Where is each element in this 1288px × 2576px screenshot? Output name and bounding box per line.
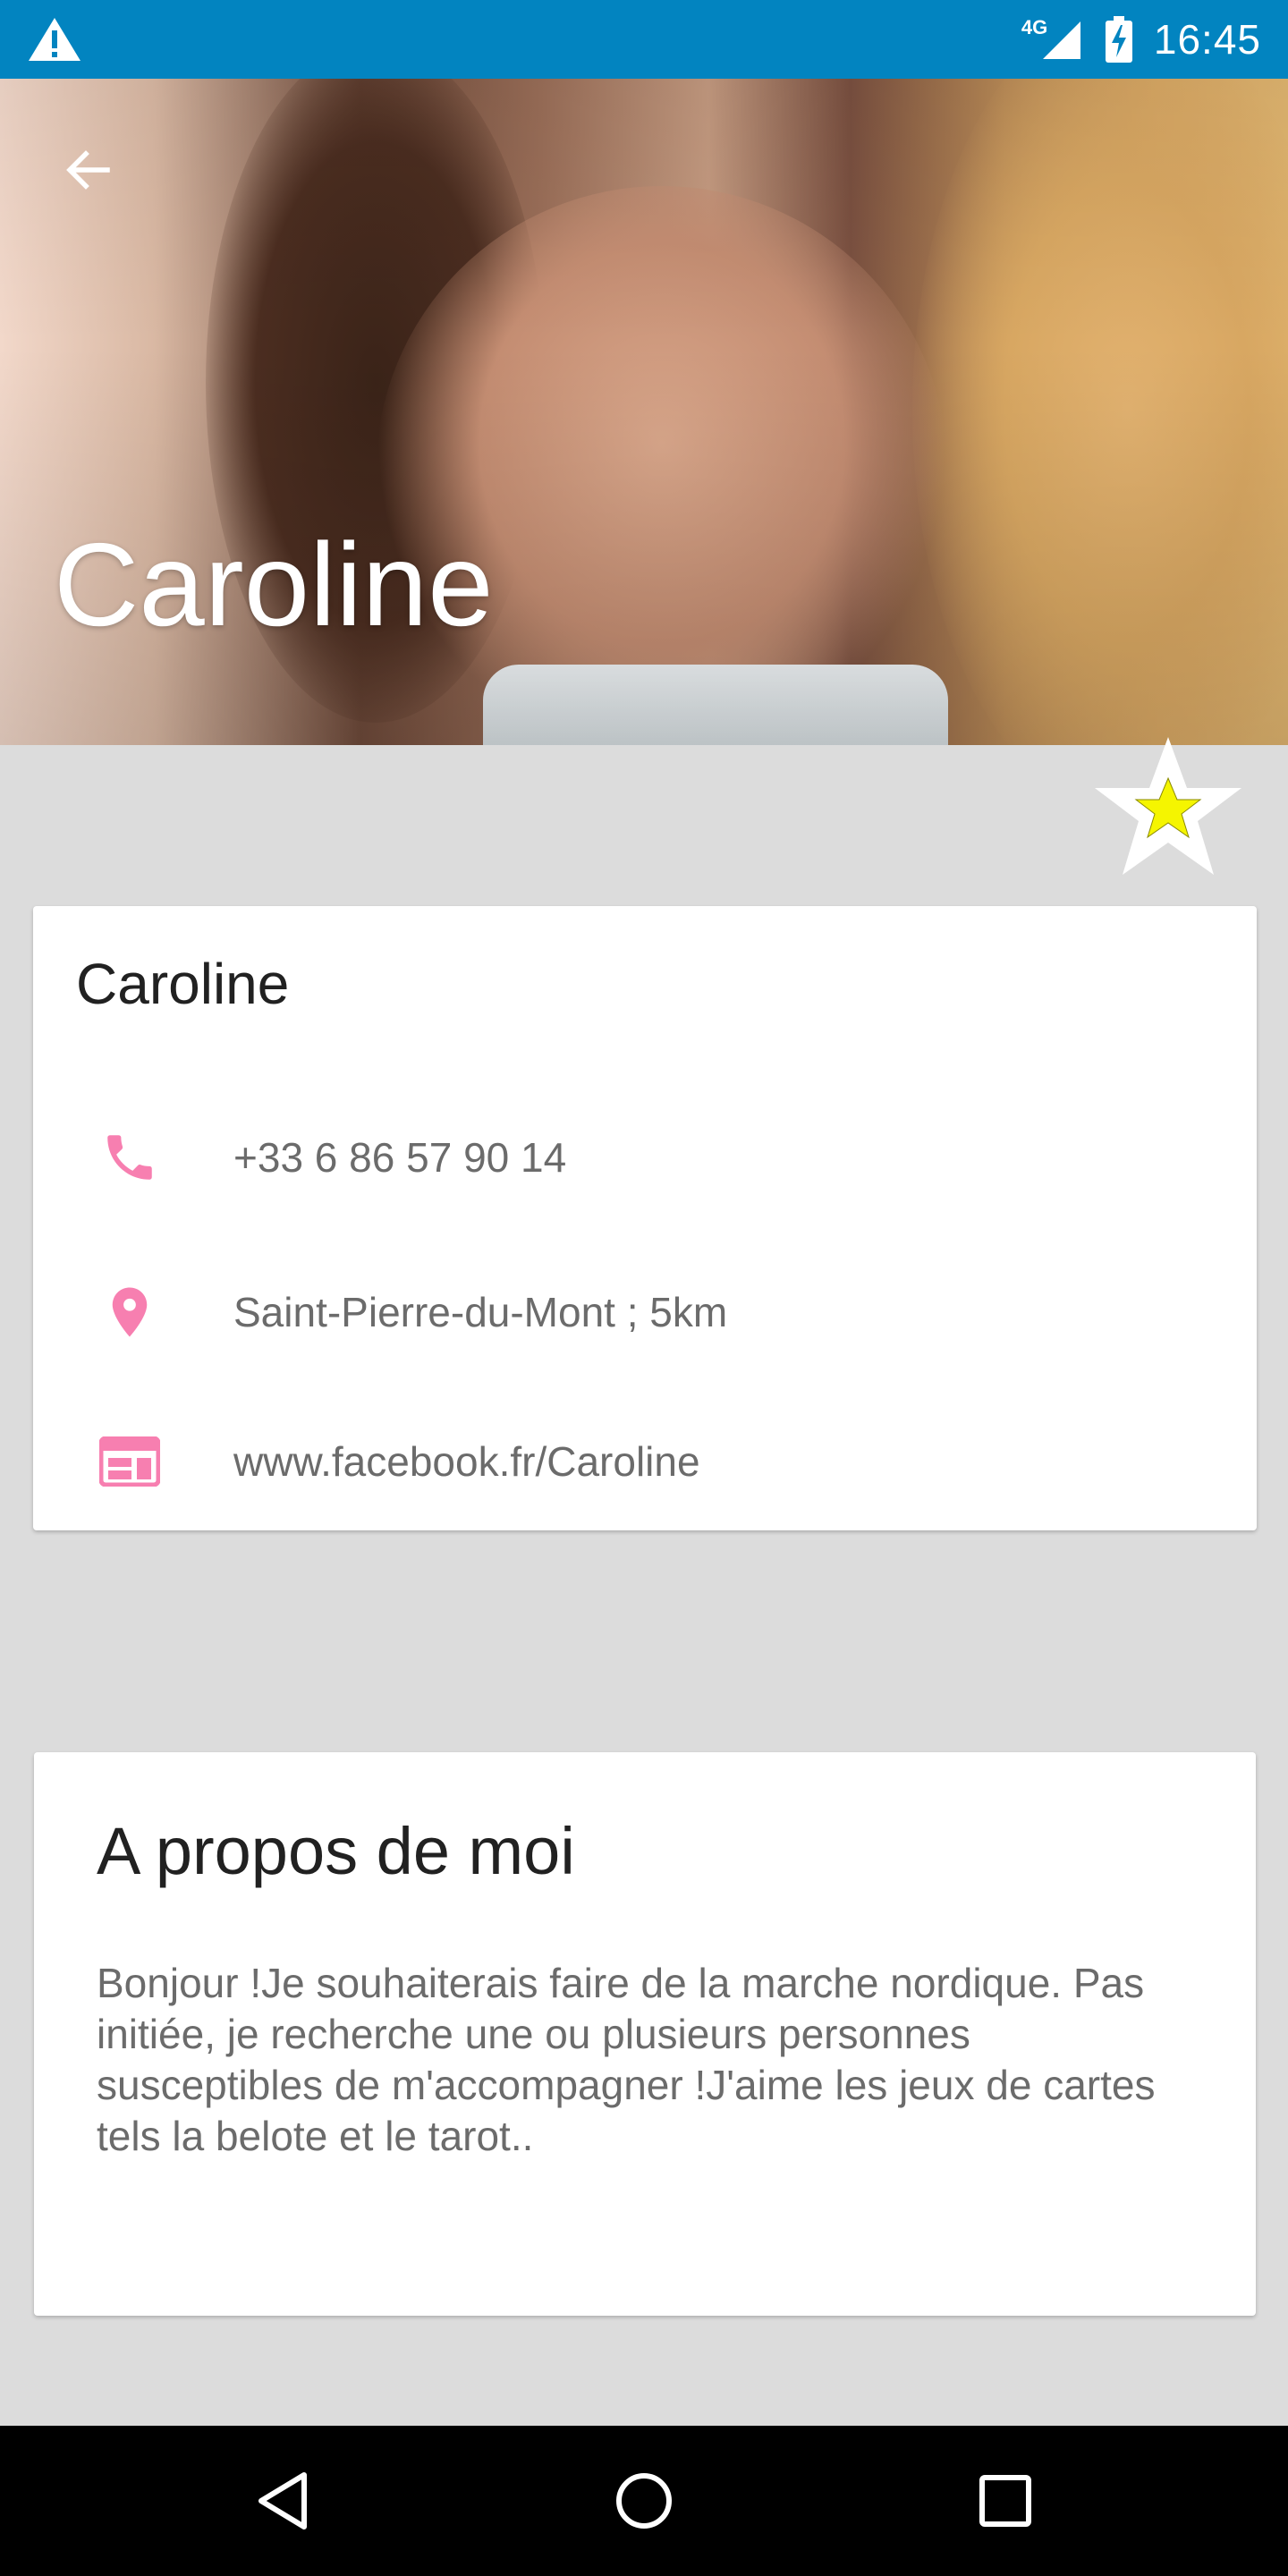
phone-row[interactable]: +33 6 86 57 90 14	[97, 1125, 566, 1190]
location-row[interactable]: Saint-Pierre-du-Mont ; 5km	[97, 1280, 727, 1344]
navigation-bar	[0, 2426, 1288, 2576]
profile-header-image: Caroline	[0, 79, 1288, 745]
location-pin-icon	[97, 1280, 162, 1344]
signal-icon: 4G	[1021, 16, 1084, 63]
about-card: A propos de moi Bonjour !Je souhaiterais…	[34, 1752, 1256, 2316]
phone-icon	[97, 1125, 162, 1190]
phone-number: +33 6 86 57 90 14	[233, 1134, 567, 1181]
nav-back-button[interactable]	[247, 2465, 318, 2537]
arrow-back-icon	[66, 150, 110, 190]
profile-title: Caroline	[54, 519, 494, 650]
nav-home-button[interactable]	[608, 2465, 680, 2537]
nav-back-icon	[258, 2472, 307, 2529]
status-bar: 4G 16:45	[0, 0, 1288, 79]
about-title: A propos de moi	[97, 1814, 575, 1888]
web-icon	[97, 1429, 162, 1494]
back-button[interactable]	[52, 134, 123, 206]
website-row[interactable]: www.facebook.fr/Caroline	[97, 1429, 700, 1494]
nav-recents-icon	[979, 2475, 1031, 2527]
battery-charging-icon	[1105, 16, 1132, 63]
website-link[interactable]: www.facebook.fr/Caroline	[233, 1437, 700, 1486]
about-text: Bonjour !Je souhaiterais faire de la mar…	[97, 1960, 1156, 2159]
nav-recents-button[interactable]	[970, 2465, 1041, 2537]
nav-home-icon	[616, 2473, 672, 2529]
location-text: Saint-Pierre-du-Mont ; 5km	[233, 1289, 728, 1335]
favorite-star-icon[interactable]	[1089, 732, 1247, 882]
clock: 16:45	[1153, 16, 1261, 63]
warning-icon	[29, 18, 80, 61]
contact-card: Caroline +33 6 86 57 90 14 Saint-Pierre-…	[33, 906, 1257, 1530]
contact-name: Caroline	[76, 952, 290, 1016]
